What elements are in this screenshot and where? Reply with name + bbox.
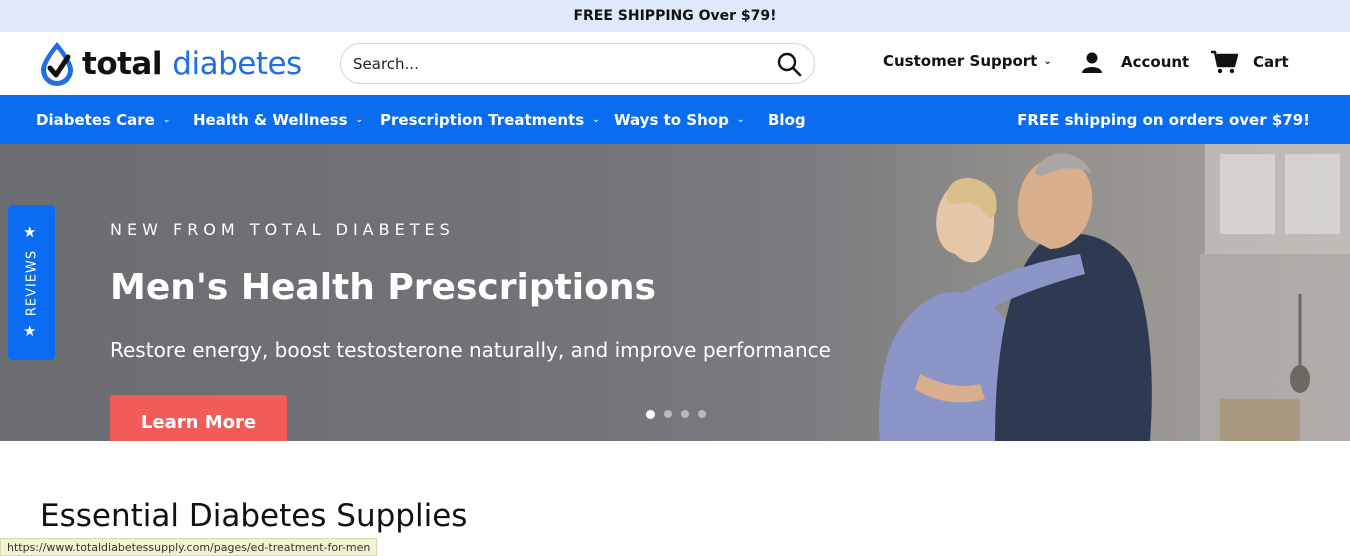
chevron-down-icon: ⌄ xyxy=(1043,55,1052,67)
nav-item-prescription-treatments[interactable]: Prescription Treatments ⌄ xyxy=(380,95,600,144)
nav-item-label: Health & Wellness xyxy=(193,110,348,129)
learn-more-label: Learn More xyxy=(140,412,257,433)
nav-item-label: Ways to Shop xyxy=(614,110,729,129)
logo-word-diabetes: diabetes xyxy=(172,46,302,82)
logo-text: total diabetes xyxy=(82,46,302,82)
slider-dot-3[interactable] xyxy=(681,410,689,418)
site-header: total diabetes Customer Support ⌄ Accoun… xyxy=(0,32,1350,95)
chevron-down-icon: ⌄ xyxy=(592,114,600,125)
reviews-tab[interactable]: ★ REVIEWS ★ xyxy=(8,205,55,360)
reviews-tab-label: REVIEWS xyxy=(24,249,39,316)
status-bar-url: https://www.totaldiabetessupply.com/page… xyxy=(0,538,378,556)
user-icon xyxy=(1082,52,1102,73)
search-icon[interactable] xyxy=(776,51,802,77)
slider-dot-2[interactable] xyxy=(664,410,672,418)
cart-link[interactable]: Cart xyxy=(1210,49,1289,75)
hero-banner[interactable]: NEW FROM TOTAL DIABETES Men's Health Pre… xyxy=(0,144,1350,441)
nav-item-health-wellness[interactable]: Health & Wellness ⌄ xyxy=(193,95,363,144)
announcement-text: FREE SHIPPING Over $79! xyxy=(573,8,777,24)
nav-item-label: Prescription Treatments xyxy=(380,110,585,129)
chevron-down-icon: ⌄ xyxy=(736,114,745,125)
hero-photo-couple-image xyxy=(780,144,1350,441)
cart-icon xyxy=(1211,50,1238,74)
slider-dot-4[interactable] xyxy=(698,410,706,418)
nav-item-diabetes-care[interactable]: Diabetes Care ⌄ xyxy=(36,95,170,144)
checkmark-drop-icon xyxy=(41,42,73,86)
nav-promo-text: FREE shipping on orders over $79! xyxy=(1017,110,1310,129)
account-link[interactable]: Account xyxy=(1080,50,1189,74)
nav-item-label: Diabetes Care xyxy=(36,110,155,129)
cart-label: Cart xyxy=(1253,53,1289,71)
nav-item-ways-to-shop[interactable]: Ways to Shop ⌄ xyxy=(614,95,744,144)
section-title: Essential Diabetes Supplies xyxy=(40,498,468,534)
nav-item-blog[interactable]: Blog xyxy=(768,95,806,144)
slider-dot-1[interactable] xyxy=(646,410,655,419)
customer-support-label: Customer Support xyxy=(883,52,1038,70)
nav-item-label: Blog xyxy=(768,110,806,129)
hero-eyebrow: NEW FROM TOTAL DIABETES xyxy=(110,220,455,239)
chevron-down-icon: ⌄ xyxy=(162,114,171,125)
search-input[interactable] xyxy=(353,54,776,73)
chevron-down-icon: ⌄ xyxy=(355,114,364,125)
main-nav: Diabetes Care ⌄ Health & Wellness ⌄ Prescr… xyxy=(0,95,1350,144)
slider-dots xyxy=(646,410,706,419)
hero-title: Men's Health Prescriptions xyxy=(110,267,656,308)
logo-word-total: total xyxy=(82,46,162,82)
search-bar xyxy=(340,43,815,84)
star-icon: ★ xyxy=(23,223,37,241)
star-icon: ★ xyxy=(23,322,37,340)
hero-subtitle: Restore energy, boost testosterone natur… xyxy=(110,338,831,362)
logo[interactable]: total diabetes xyxy=(38,41,302,87)
announcement-bar: FREE SHIPPING Over $79! xyxy=(0,0,1350,32)
learn-more-button[interactable]: Learn More xyxy=(110,395,287,441)
account-label: Account xyxy=(1121,53,1190,71)
customer-support-menu[interactable]: Customer Support ⌄ xyxy=(883,52,1052,70)
